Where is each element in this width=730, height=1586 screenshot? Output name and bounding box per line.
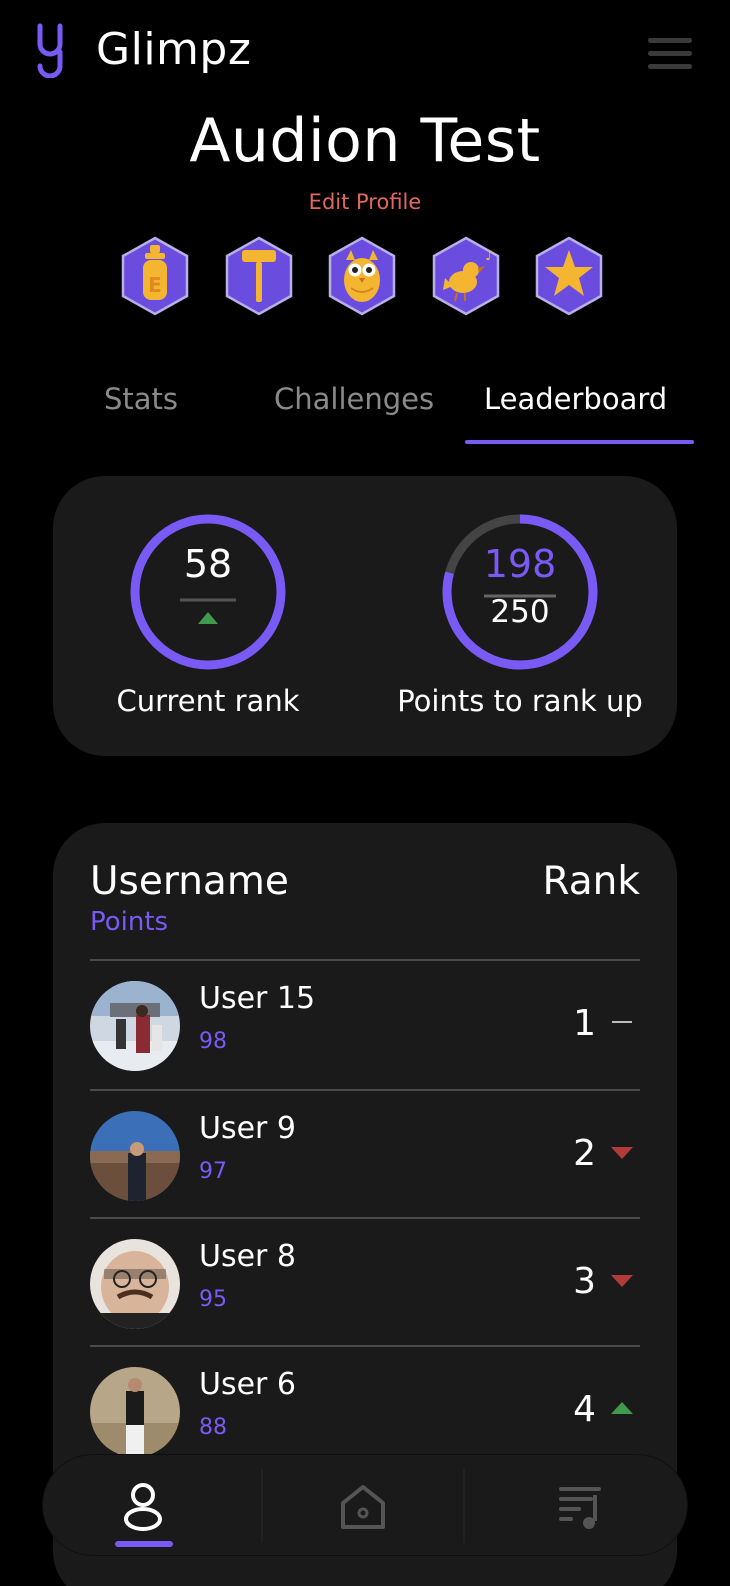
points-progress-ring <box>442 514 598 670</box>
tab-challenges[interactable]: Challenges <box>274 382 434 416</box>
playlist-nav-button[interactable] <box>481 1455 681 1557</box>
edit-profile-link[interactable]: Edit Profile <box>0 190 730 214</box>
glimpz-logo-icon[interactable] <box>34 22 66 78</box>
leaderboard-username: User 15 <box>199 981 316 1016</box>
rank-down-icon <box>611 1275 633 1287</box>
avatar <box>90 1367 180 1457</box>
leaderboard-row[interactable]: User 8 95 3 <box>90 1219 640 1347</box>
leaderboard-rank: 3 <box>573 1261 596 1302</box>
app-title: Glimpz <box>96 24 252 75</box>
star-badge-icon[interactable] <box>534 236 604 316</box>
points-target-value: 250 <box>490 594 550 630</box>
leaderboard-rank: 2 <box>573 1133 596 1174</box>
leaderboard-username: User 6 <box>199 1367 297 1402</box>
home-icon <box>341 1485 385 1529</box>
leaderboard-points: 98 <box>199 1029 227 1054</box>
leaderboard-points: 97 <box>199 1159 227 1184</box>
singing-bird-badge-icon[interactable]: ♪ <box>431 236 501 316</box>
leaderboard-rank: 1 <box>573 1003 596 1044</box>
points-current-value: 198 <box>483 542 557 586</box>
gavel-badge-icon[interactable] <box>224 236 294 316</box>
home-nav-button[interactable] <box>263 1455 463 1557</box>
rank-summary-card: 58 198 250 Current rank Points to rank u… <box>53 476 677 756</box>
leaderboard-header-rank: Rank <box>542 859 640 904</box>
leaderboard-points: 95 <box>199 1287 227 1312</box>
active-tab-indicator <box>465 440 694 444</box>
rank-unchanged-icon <box>612 1021 632 1023</box>
hamburger-menu-icon[interactable] <box>646 36 694 72</box>
tab-leaderboard[interactable]: Leaderboard <box>484 382 667 416</box>
app-header: Glimpz <box>0 0 730 100</box>
profile-nav-button[interactable] <box>43 1455 243 1557</box>
nav-active-indicator <box>115 1541 173 1547</box>
avatar <box>90 1111 180 1201</box>
owl-badge-icon[interactable] <box>327 236 397 316</box>
leaderboard-row[interactable]: User 15 98 1 <box>90 961 640 1089</box>
rank-up-icon <box>611 1402 633 1414</box>
leaderboard-header-points: Points <box>90 907 169 937</box>
svg-text:♪: ♪ <box>485 248 494 264</box>
avatar <box>90 981 180 1071</box>
badge-row: E ♪ <box>120 236 610 316</box>
leaderboard-username: User 8 <box>199 1239 297 1274</box>
baby-bottle-badge-icon[interactable]: E <box>120 236 190 316</box>
leaderboard-points: 88 <box>199 1415 227 1440</box>
leaderboard-row[interactable]: User 9 97 2 <box>90 1091 640 1219</box>
leaderboard-rank: 4 <box>573 1389 596 1430</box>
leaderboard-header-username: Username <box>90 859 289 904</box>
tab-stats[interactable]: Stats <box>104 382 178 416</box>
nav-separator <box>463 1469 465 1543</box>
leaderboard-username: User 9 <box>199 1111 297 1146</box>
user-icon <box>124 1483 162 1531</box>
playlist-icon <box>559 1487 601 1529</box>
svg-text:E: E <box>148 273 162 297</box>
rank-down-icon <box>611 1147 633 1159</box>
avatar <box>90 1239 180 1329</box>
points-to-rank-up-caption: Points to rank up <box>397 684 643 718</box>
current-rank-caption: Current rank <box>116 684 300 718</box>
bottom-navigation <box>42 1454 688 1556</box>
profile-name: Audion Test <box>189 106 541 176</box>
profile-tabs: Stats Challenges Leaderboard <box>40 382 694 442</box>
current-rank-value: 58 <box>183 542 233 586</box>
current-rank-ring <box>130 514 286 670</box>
rank-trend-up-icon <box>198 612 218 624</box>
